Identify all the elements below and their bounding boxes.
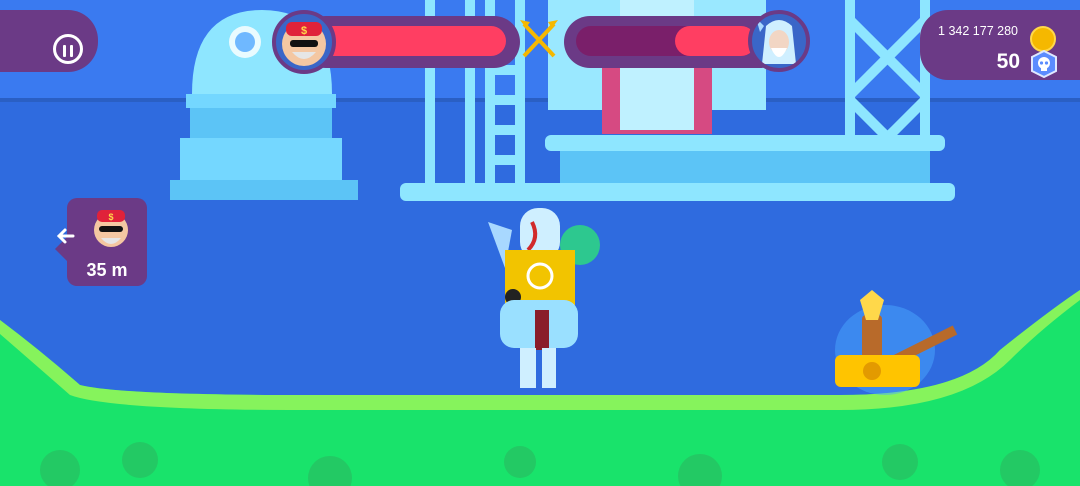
- crossed-arrows-icon: [518, 16, 560, 62]
- wizard-avatar-icon: [748, 10, 810, 72]
- rapper-avatar-icon: $: [272, 10, 336, 74]
- skull-count: 50: [996, 50, 1020, 73]
- skull-icon: [1030, 49, 1058, 79]
- coin-count: 1 342 177 280: [938, 24, 1018, 38]
- coin-icon: [1030, 26, 1056, 52]
- svg-text:$: $: [108, 212, 113, 222]
- game-scene: $ 1 342 177 280 50 $ 35 m: [0, 0, 1080, 486]
- player-health-fill: [318, 26, 506, 56]
- pause-icon: [53, 34, 83, 64]
- enemy-health-fill: [675, 26, 756, 56]
- rapper-avatar-icon: $: [89, 204, 133, 254]
- background-scenery: [0, 0, 1080, 486]
- offscreen-enemy-indicator: $ 35 m: [56, 198, 147, 286]
- currency-panel: 1 342 177 280 50: [920, 10, 1080, 80]
- arrow-left-icon: [55, 226, 75, 246]
- pause-button[interactable]: [0, 10, 98, 72]
- distance-label: 35 m: [86, 260, 128, 280]
- svg-text:$: $: [301, 25, 307, 37]
